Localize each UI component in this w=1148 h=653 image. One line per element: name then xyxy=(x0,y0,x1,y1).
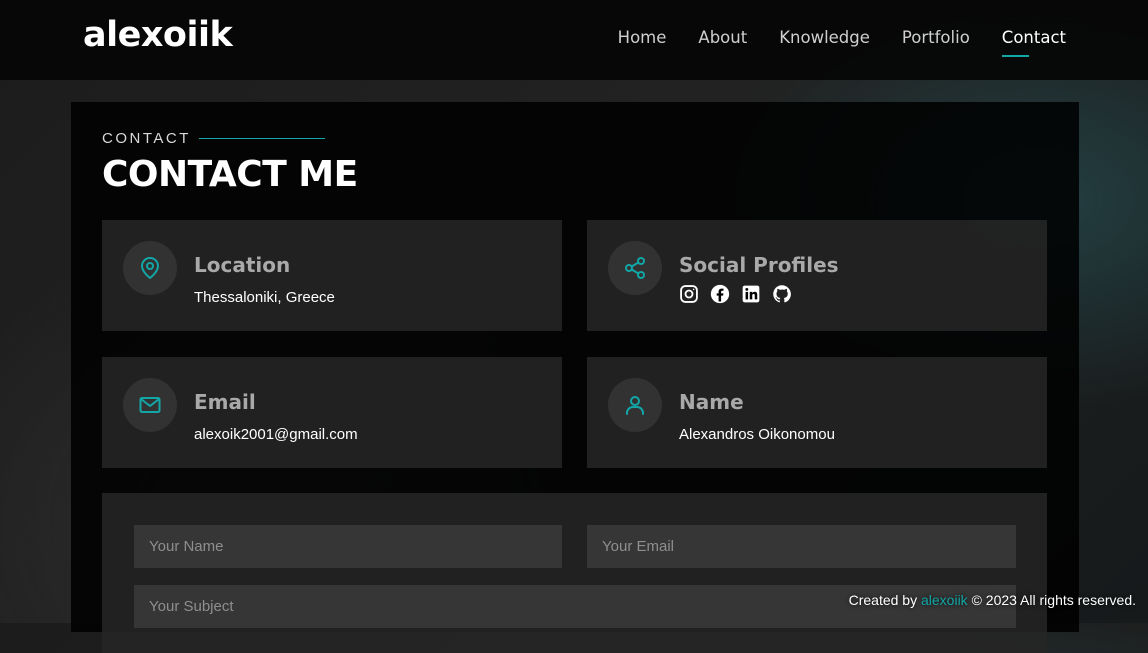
footer-author-link[interactable]: alexoiik xyxy=(921,592,968,608)
nav-knowledge[interactable]: Knowledge xyxy=(779,28,870,47)
location-card: Location Thessaloniki, Greece xyxy=(102,220,562,331)
email-title: Email xyxy=(194,390,256,414)
name-field[interactable] xyxy=(134,525,562,568)
footer-prefix: Created by xyxy=(848,592,918,608)
name-value: Alexandros Oikonomou xyxy=(679,426,835,443)
mail-icon xyxy=(123,378,177,432)
social-links xyxy=(679,284,792,304)
facebook-icon[interactable] xyxy=(710,284,730,304)
contact-panel: CONTACT CONTACT ME Location Thessaloniki… xyxy=(71,102,1079,653)
kicker-divider xyxy=(199,138,325,139)
social-profiles-title: Social Profiles xyxy=(679,253,839,277)
name-card: Name Alexandros Oikonomou xyxy=(587,357,1047,468)
social-profiles-card: Social Profiles xyxy=(587,220,1047,331)
page-title: CONTACT ME xyxy=(102,154,358,195)
nav-home[interactable]: Home xyxy=(618,28,667,47)
email-card: Email alexoik2001@gmail.com xyxy=(102,357,562,468)
github-icon[interactable] xyxy=(772,284,792,304)
share-icon xyxy=(608,241,662,295)
contact-form xyxy=(102,493,1047,653)
footer-credit: Created by alexoiik © 2023 All rights re… xyxy=(849,592,1136,608)
section-kicker: CONTACT xyxy=(102,130,191,147)
main-nav: Home About Knowledge Portfolio Contact xyxy=(618,28,1066,57)
email-value[interactable]: alexoik2001@gmail.com xyxy=(194,426,358,443)
nav-contact[interactable]: Contact xyxy=(1001,28,1066,57)
site-header: alexoiik Home About Knowledge Portfolio … xyxy=(0,0,1148,80)
nav-portfolio[interactable]: Portfolio xyxy=(902,28,970,47)
instagram-icon[interactable] xyxy=(679,284,699,304)
footer-suffix: 2023 All rights reserved. xyxy=(985,592,1136,608)
site-logo[interactable]: alexoiik xyxy=(83,15,233,55)
user-icon xyxy=(608,378,662,432)
location-title: Location xyxy=(194,253,291,277)
nav-about[interactable]: About xyxy=(698,28,747,47)
linkedin-icon[interactable] xyxy=(741,284,761,304)
copyright-icon: © xyxy=(971,592,982,608)
map-pin-icon xyxy=(123,241,177,295)
location-value: Thessaloniki, Greece xyxy=(194,289,335,306)
email-field[interactable] xyxy=(587,525,1016,568)
name-title: Name xyxy=(679,390,744,414)
